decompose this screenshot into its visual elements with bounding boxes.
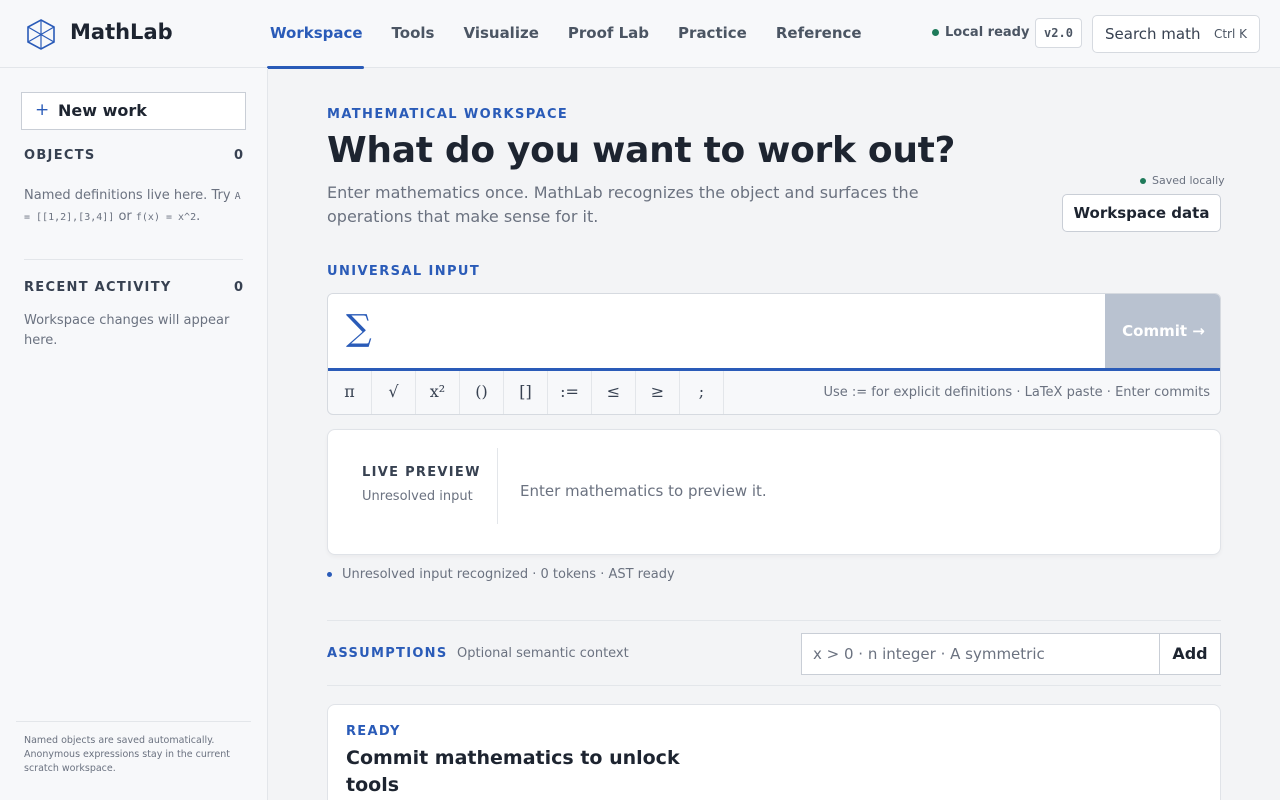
- nav-practice[interactable]: Practice: [678, 0, 747, 68]
- saved-label: Saved locally: [1152, 174, 1225, 187]
- symbol-semicolon-button[interactable]: ;: [680, 371, 724, 414]
- math-input[interactable]: [388, 312, 1088, 352]
- live-preview-status: Unresolved input: [362, 489, 473, 504]
- status-label: Local ready: [945, 25, 1030, 40]
- plus-icon: +: [35, 100, 50, 120]
- ready-heading: READY: [346, 724, 401, 739]
- symbol-pi-button[interactable]: π: [328, 371, 372, 414]
- ready-card: READY Commit mathematics to unlock tools: [327, 704, 1221, 800]
- assumptions-heading: ASSUMPTIONS: [327, 646, 448, 661]
- live-preview-heading: LIVE PREVIEW: [362, 465, 481, 480]
- nav-reference[interactable]: Reference: [776, 0, 862, 68]
- nav-workspace[interactable]: Workspace: [267, 0, 364, 69]
- universal-input-panel: ∑ Commit → π √ x² () [] := ≤ ≥ ; Use := …: [327, 293, 1221, 415]
- recent-title: RECENT ACTIVITY: [24, 280, 172, 295]
- recognition-text: Unresolved input recognized · 0 tokens ·…: [342, 567, 675, 582]
- objects-heading: OBJECTS 0: [24, 148, 243, 163]
- symbol-toolbar: π √ x² () [] := ≤ ≥ ;: [328, 371, 724, 414]
- ready-title: Commit mathematics to unlock tools: [346, 747, 680, 796]
- symbol-define-button[interactable]: :=: [548, 371, 592, 414]
- objects-title: OBJECTS: [24, 148, 96, 163]
- main-nav: Workspace Tools Visualize Proof Lab Prac…: [267, 0, 891, 69]
- commit-button[interactable]: Commit →: [1105, 294, 1220, 370]
- nav-tools[interactable]: Tools: [392, 0, 435, 68]
- objects-hint-or: or: [114, 209, 136, 224]
- objects-hint-end: .: [196, 209, 201, 224]
- symbol-geq-button[interactable]: ≥: [636, 371, 680, 414]
- new-work-label: New work: [58, 101, 147, 120]
- local-status: Local ready: [932, 25, 1029, 40]
- preview-divider: [497, 448, 498, 524]
- recent-count: 0: [233, 280, 243, 295]
- nav-visualize[interactable]: Visualize: [463, 0, 538, 68]
- nav-proof-lab[interactable]: Proof Lab: [568, 0, 649, 68]
- sidebar-footer-note: Named objects are saved automatically. A…: [16, 721, 251, 776]
- new-work-button[interactable]: + New work: [21, 92, 246, 130]
- page-title: What do you want to work out?: [327, 130, 956, 171]
- search-button[interactable]: Search math Ctrl K: [1092, 15, 1260, 53]
- sidebar-divider: [24, 259, 243, 260]
- search-label: Search math: [1105, 25, 1201, 43]
- workspace-eyebrow: MATHEMATICAL WORKSPACE: [327, 107, 569, 122]
- live-preview-card: LIVE PREVIEW Unresolved input Enter math…: [327, 429, 1221, 555]
- objects-hint-text: Named definitions live here. Try: [24, 188, 235, 203]
- input-hint: Use := for explicit definitions · LaTeX …: [823, 385, 1210, 400]
- objects-example-function: f(x) = x^2: [135, 212, 197, 223]
- sidebar: + New work OBJECTS 0 Named definitions l…: [0, 68, 268, 800]
- symbol-sqrt-button[interactable]: √: [372, 371, 416, 414]
- objects-count: 0: [233, 148, 243, 163]
- symbol-parens-button[interactable]: (): [460, 371, 504, 414]
- saved-status: Saved locally: [1140, 174, 1225, 187]
- recognition-dot-icon: [327, 572, 332, 577]
- symbol-leq-button[interactable]: ≤: [592, 371, 636, 414]
- search-shortcut: Ctrl K: [1213, 27, 1247, 41]
- cube-logo-icon[interactable]: [26, 18, 56, 50]
- input-area: ∑: [328, 294, 1105, 370]
- assumptions-input[interactable]: [801, 633, 1159, 675]
- symbol-brackets-button[interactable]: []: [504, 371, 548, 414]
- symbol-power-button[interactable]: x²: [416, 371, 460, 414]
- page-subtitle: Enter mathematics once. MathLab recogniz…: [327, 183, 919, 226]
- workspace-data-button[interactable]: Workspace data: [1062, 194, 1221, 232]
- version-badge: v2.0: [1035, 18, 1082, 48]
- objects-hint: Named definitions live here. Try A = [[1…: [24, 186, 244, 228]
- brand-name[interactable]: MathLab: [70, 20, 173, 44]
- top-bar: MathLab Workspace Tools Visualize Proof …: [0, 0, 1280, 69]
- assumptions-subheading: Optional semantic context: [457, 646, 629, 661]
- sigma-icon: ∑: [346, 308, 372, 349]
- add-assumption-button[interactable]: Add: [1159, 633, 1221, 675]
- recent-heading: RECENT ACTIVITY 0: [24, 280, 243, 295]
- assumptions-bar: ASSUMPTIONS Optional semantic context Ad…: [327, 620, 1221, 686]
- live-preview-message: Enter mathematics to preview it.: [520, 482, 767, 500]
- saved-dot-icon: [1140, 177, 1146, 184]
- recognition-status: Unresolved input recognized · 0 tokens ·…: [327, 567, 675, 582]
- status-dot-icon: [932, 29, 939, 36]
- universal-input-heading: UNIVERSAL INPUT: [327, 264, 481, 279]
- recent-hint: Workspace changes will appear here.: [24, 313, 230, 348]
